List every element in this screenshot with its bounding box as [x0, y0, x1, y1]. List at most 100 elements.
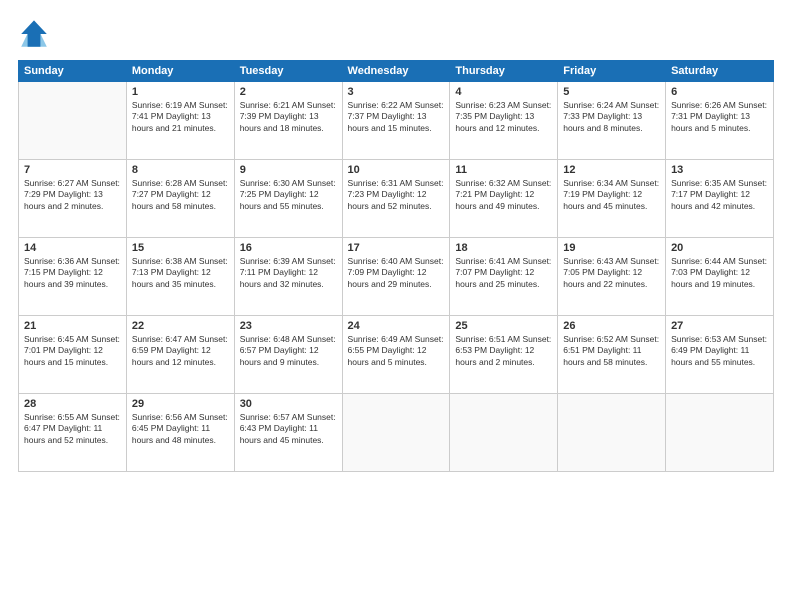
weekday-row: SundayMondayTuesdayWednesdayThursdayFrid… — [19, 61, 774, 82]
weekday-monday: Monday — [126, 61, 234, 82]
weekday-friday: Friday — [558, 61, 666, 82]
header — [18, 18, 774, 50]
day-info: Sunrise: 6:28 AM Sunset: 7:27 PM Dayligh… — [132, 178, 229, 212]
day-number: 30 — [240, 398, 337, 410]
day-number: 8 — [132, 164, 229, 176]
day-number: 10 — [348, 164, 445, 176]
calendar-cell: 27 Sunrise: 6:53 AM Sunset: 6:49 PM Dayli… — [666, 316, 774, 394]
weekday-tuesday: Tuesday — [234, 61, 342, 82]
day-number: 23 — [240, 320, 337, 332]
calendar-cell: 21Sunrise: 6:45 AM Sunset: 7:01 PM Dayli… — [19, 316, 127, 394]
day-number: 6 — [671, 86, 768, 98]
calendar-cell: 23 Sunrise: 6:48 AM Sunset: 6:57 PM Dayli… — [234, 316, 342, 394]
calendar-cell: 11 Sunrise: 6:32 AM Sunset: 7:21 PM Dayli… — [450, 160, 558, 238]
day-info: Sunrise: 6:19 AM Sunset: 7:41 PM Dayligh… — [132, 100, 229, 134]
calendar-cell: 12 Sunrise: 6:34 AM Sunset: 7:19 PM Dayli… — [558, 160, 666, 238]
day-info: Sunrise: 6:34 AM Sunset: 7:19 PM Dayligh… — [563, 178, 660, 212]
day-info: Sunrise: 6:32 AM Sunset: 7:21 PM Dayligh… — [455, 178, 552, 212]
calendar-cell: 10Sunrise: 6:31 AM Sunset: 7:23 PM Dayli… — [342, 160, 450, 238]
day-info: Sunrise: 6:43 AM Sunset: 7:05 PM Dayligh… — [563, 256, 660, 290]
day-info: Sunrise: 6:57 AM Sunset: 6:43 PM Dayligh… — [240, 412, 337, 446]
calendar-cell: 3 Sunrise: 6:22 AM Sunset: 7:37 PM Daylig… — [342, 82, 450, 160]
day-number: 27 — [671, 320, 768, 332]
day-number: 22 — [132, 320, 229, 332]
week-row-3: 14Sunrise: 6:36 AM Sunset: 7:15 PM Dayli… — [19, 238, 774, 316]
day-info: Sunrise: 6:52 AM Sunset: 6:51 PM Dayligh… — [563, 334, 660, 368]
calendar-cell: 18Sunrise: 6:41 AM Sunset: 7:07 PM Dayli… — [450, 238, 558, 316]
day-info: Sunrise: 6:45 AM Sunset: 7:01 PM Dayligh… — [24, 334, 121, 368]
day-number: 13 — [671, 164, 768, 176]
day-info: Sunrise: 6:26 AM Sunset: 7:31 PM Dayligh… — [671, 100, 768, 134]
day-info: Sunrise: 6:24 AM Sunset: 7:33 PM Dayligh… — [563, 100, 660, 134]
day-info: Sunrise: 6:49 AM Sunset: 6:55 PM Dayligh… — [348, 334, 445, 368]
calendar-cell: 9Sunrise: 6:30 AM Sunset: 7:25 PM Daylig… — [234, 160, 342, 238]
calendar-cell: 28 Sunrise: 6:55 AM Sunset: 6:47 PM Dayli… — [19, 394, 127, 472]
day-info: Sunrise: 6:51 AM Sunset: 6:53 PM Dayligh… — [455, 334, 552, 368]
day-info: Sunrise: 6:53 AM Sunset: 6:49 PM Dayligh… — [671, 334, 768, 368]
calendar-cell: 30 Sunrise: 6:57 AM Sunset: 6:43 PM Dayli… — [234, 394, 342, 472]
weekday-thursday: Thursday — [450, 61, 558, 82]
calendar-cell: 26Sunrise: 6:52 AM Sunset: 6:51 PM Dayli… — [558, 316, 666, 394]
day-info: Sunrise: 6:47 AM Sunset: 6:59 PM Dayligh… — [132, 334, 229, 368]
week-row-2: 7 Sunrise: 6:27 AM Sunset: 7:29 PM Daylig… — [19, 160, 774, 238]
weekday-sunday: Sunday — [19, 61, 127, 82]
day-number: 14 — [24, 242, 121, 254]
calendar-cell: 15 Sunrise: 6:38 AM Sunset: 7:13 PM Dayli… — [126, 238, 234, 316]
calendar-cell: 4 Sunrise: 6:23 AM Sunset: 7:35 PM Daylig… — [450, 82, 558, 160]
day-info: Sunrise: 6:40 AM Sunset: 7:09 PM Dayligh… — [348, 256, 445, 290]
day-number: 3 — [348, 86, 445, 98]
calendar-cell: 25 Sunrise: 6:51 AM Sunset: 6:53 PM Dayli… — [450, 316, 558, 394]
calendar-cell: 19 Sunrise: 6:43 AM Sunset: 7:05 PM Dayli… — [558, 238, 666, 316]
day-number: 25 — [455, 320, 552, 332]
day-number: 7 — [24, 164, 121, 176]
calendar-cell — [19, 82, 127, 160]
day-number: 1 — [132, 86, 229, 98]
day-info: Sunrise: 6:39 AM Sunset: 7:11 PM Dayligh… — [240, 256, 337, 290]
day-number: 5 — [563, 86, 660, 98]
day-info: Sunrise: 6:27 AM Sunset: 7:29 PM Dayligh… — [24, 178, 121, 212]
day-info: Sunrise: 6:44 AM Sunset: 7:03 PM Dayligh… — [671, 256, 768, 290]
calendar-table: SundayMondayTuesdayWednesdayThursdayFrid… — [18, 60, 774, 472]
day-info: Sunrise: 6:48 AM Sunset: 6:57 PM Dayligh… — [240, 334, 337, 368]
day-info: Sunrise: 6:41 AM Sunset: 7:07 PM Dayligh… — [455, 256, 552, 290]
calendar-header: SundayMondayTuesdayWednesdayThursdayFrid… — [19, 61, 774, 82]
calendar-cell: 13 Sunrise: 6:35 AM Sunset: 7:17 PM Dayli… — [666, 160, 774, 238]
calendar-cell: 1 Sunrise: 6:19 AM Sunset: 7:41 PM Daylig… — [126, 82, 234, 160]
calendar-cell — [666, 394, 774, 472]
calendar-cell — [450, 394, 558, 472]
day-number: 28 — [24, 398, 121, 410]
weekday-wednesday: Wednesday — [342, 61, 450, 82]
calendar-cell: 6 Sunrise: 6:26 AM Sunset: 7:31 PM Daylig… — [666, 82, 774, 160]
day-number: 19 — [563, 242, 660, 254]
calendar-cell: 22 Sunrise: 6:47 AM Sunset: 6:59 PM Dayli… — [126, 316, 234, 394]
calendar-body: 1 Sunrise: 6:19 AM Sunset: 7:41 PM Daylig… — [19, 82, 774, 472]
calendar-cell: 24Sunrise: 6:49 AM Sunset: 6:55 PM Dayli… — [342, 316, 450, 394]
calendar-cell: 17 Sunrise: 6:40 AM Sunset: 7:09 PM Dayli… — [342, 238, 450, 316]
day-number: 12 — [563, 164, 660, 176]
day-info: Sunrise: 6:22 AM Sunset: 7:37 PM Dayligh… — [348, 100, 445, 134]
day-info: Sunrise: 6:38 AM Sunset: 7:13 PM Dayligh… — [132, 256, 229, 290]
day-number: 15 — [132, 242, 229, 254]
day-number: 11 — [455, 164, 552, 176]
logo-icon — [18, 18, 50, 50]
week-row-4: 21Sunrise: 6:45 AM Sunset: 7:01 PM Dayli… — [19, 316, 774, 394]
calendar-cell: 14Sunrise: 6:36 AM Sunset: 7:15 PM Dayli… — [19, 238, 127, 316]
day-info: Sunrise: 6:21 AM Sunset: 7:39 PM Dayligh… — [240, 100, 337, 134]
day-number: 4 — [455, 86, 552, 98]
calendar-cell: 5 Sunrise: 6:24 AM Sunset: 7:33 PM Daylig… — [558, 82, 666, 160]
calendar-cell: 7 Sunrise: 6:27 AM Sunset: 7:29 PM Daylig… — [19, 160, 127, 238]
day-number: 20 — [671, 242, 768, 254]
day-info: Sunrise: 6:23 AM Sunset: 7:35 PM Dayligh… — [455, 100, 552, 134]
day-info: Sunrise: 6:56 AM Sunset: 6:45 PM Dayligh… — [132, 412, 229, 446]
calendar-cell — [558, 394, 666, 472]
calendar-cell: 8 Sunrise: 6:28 AM Sunset: 7:27 PM Daylig… — [126, 160, 234, 238]
day-info: Sunrise: 6:35 AM Sunset: 7:17 PM Dayligh… — [671, 178, 768, 212]
calendar-cell: 16Sunrise: 6:39 AM Sunset: 7:11 PM Dayli… — [234, 238, 342, 316]
day-number: 17 — [348, 242, 445, 254]
day-info: Sunrise: 6:30 AM Sunset: 7:25 PM Dayligh… — [240, 178, 337, 212]
calendar-cell: 20 Sunrise: 6:44 AM Sunset: 7:03 PM Dayli… — [666, 238, 774, 316]
calendar-cell: 29Sunrise: 6:56 AM Sunset: 6:45 PM Dayli… — [126, 394, 234, 472]
day-info: Sunrise: 6:55 AM Sunset: 6:47 PM Dayligh… — [24, 412, 121, 446]
day-number: 2 — [240, 86, 337, 98]
week-row-5: 28 Sunrise: 6:55 AM Sunset: 6:47 PM Dayli… — [19, 394, 774, 472]
